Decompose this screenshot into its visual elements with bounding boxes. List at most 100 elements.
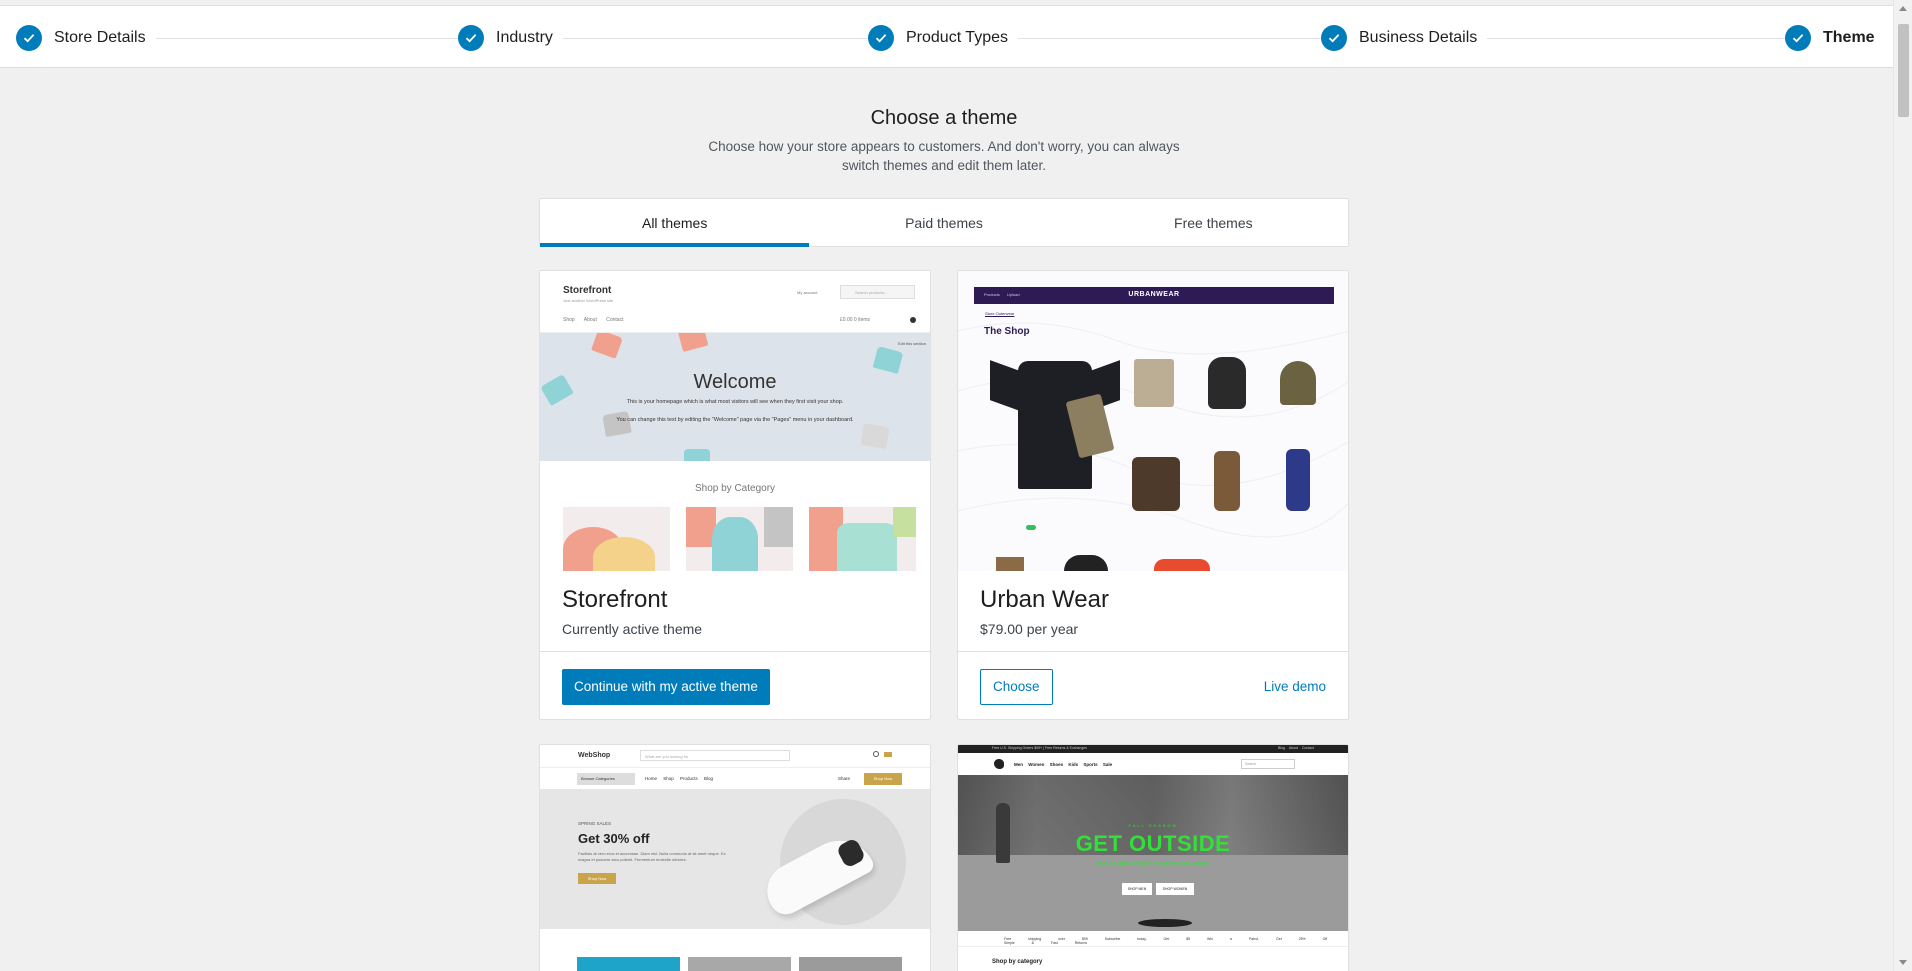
preview-tagline: Just another WordPress site [563,298,614,303]
tshirt-illustration [872,346,904,374]
preview-perks: Free shipping over $99 Subscribe today, … [958,931,1348,947]
tshirt-illustration [684,449,710,461]
preview-category-button: Browse Categories [577,773,635,785]
step-label: Store Details [54,29,146,46]
preview-search: Search products... [840,285,915,299]
preview-banner-text: You can change this text by editing the … [616,417,854,423]
preview-category-tile [563,507,670,571]
preview-category-tile [686,507,793,571]
preview-topbar-links: Blog About Contact [1278,746,1314,750]
preview-header: WebShop What are you looking for [540,745,930,767]
preview-search: Search [1241,759,1295,769]
theme-actions: Choose Live demo [958,651,1348,719]
preview-brand: URBANWEAR [1128,291,1180,298]
preview-banner: Edit this section Welcome This is your h… [540,333,930,461]
step-industry[interactable]: Industry [458,25,563,51]
scrollbar-thumb[interactable] [1898,24,1909,117]
tshirt-illustration [591,333,623,359]
check-icon [1321,25,1347,51]
preview-share: Share [838,776,851,781]
step-label: Business Details [1359,29,1478,46]
preview-links: Home Shop Products Blog [645,776,714,781]
theme-card-get-outside: Free U.S. Shipping Orders $99+ | Free Re… [957,744,1349,971]
preview-search: What are you looking for [640,750,790,761]
preview-subheadline: Shop the latest collection of outdoor ge… [1096,861,1210,867]
preview-hero: SPRING SALES Get 30% off Facilisis at ve… [540,789,930,929]
preview-headline: GET OUTSIDE [1075,831,1231,856]
tab-free-themes[interactable]: Free themes [1079,199,1348,246]
check-icon [1785,25,1811,51]
theme-card-storefront: Storefront Just another WordPress site M… [539,270,931,720]
page-scrollbar[interactable] [1893,0,1912,971]
hero-net [1138,919,1192,927]
preview-category-tile [799,957,902,971]
shorts-product-image [1134,359,1174,407]
preview-section-title: Shop by Category [694,483,776,494]
preview-logo: Storefront [563,285,612,296]
tshirt-product-image [990,360,1120,491]
check-icon [868,25,894,51]
preview-kicker: FALL SEASON [1128,823,1178,828]
preview-topbar: Products Upload URBANWEAR [974,287,1334,304]
preview-category-tile [688,957,791,971]
preview-hero: FALL SEASON GET OUTSIDE Shop the latest … [958,775,1348,931]
preview-topbar-text: Free U.S. Shipping Orders $99+ | Free Re… [992,746,1087,750]
preview-nav: Browse Categories Home Shop Products Blo… [540,767,930,789]
tab-all-themes[interactable]: All themes [540,199,810,247]
page-subtitle: Choose how your store appears to custome… [708,139,1180,173]
tab-paid-themes[interactable]: Paid themes [809,199,1078,246]
continue-active-theme-button[interactable]: Continue with my active theme [562,668,770,705]
theme-status: Currently active theme [562,621,703,637]
page-title: Choose a theme [870,107,1018,129]
preview-section-title: Shop by category [992,959,1043,965]
theme-preview-urban-wear[interactable]: Products Upload URBANWEAR Store Outerwea… [958,271,1348,571]
preview-nav: Shop About Contact [563,317,624,323]
theme-name: Storefront [562,586,668,613]
theme-preview-get-outside[interactable]: Free U.S. Shipping Orders $99+ | Free Re… [958,745,1348,971]
preview-shop-women-button: SHOP WOMEN [1156,883,1194,895]
live-demo-link[interactable]: Live demo [1264,679,1326,694]
step-label: Theme [1823,29,1875,46]
tshirt-illustration [602,410,632,438]
sale-badge [1026,525,1036,530]
user-icon [873,751,879,757]
browser-edge [0,0,1893,6]
step-store-details[interactable]: Store Details [16,25,156,51]
preview-welcome: Welcome [693,371,777,393]
tshirt-illustration [677,333,709,352]
preview-category-tile [577,957,680,971]
choose-theme-button[interactable]: Choose [980,668,1053,705]
preview-logo: WebShop [578,752,611,759]
cart-icon [884,752,892,757]
product-image [1064,555,1108,571]
preview-nav: Men Women Shoes Kids Sports Sale Search [958,753,1348,775]
preview-edit-link: Edit this section [897,341,926,346]
theme-preview-webshop[interactable]: WebShop What are you looking for Browse … [540,745,930,971]
theme-price: $79.00 per year [980,621,1079,637]
check-icon [16,25,42,51]
theme-info: Storefront Currently active theme [540,571,930,651]
backpack-product-image [1208,357,1246,409]
step-product-types[interactable]: Product Types [868,25,1018,51]
preview-cta: Shop Now [578,873,616,884]
step-label: Industry [496,29,553,46]
preview-category-tile [809,507,916,571]
preview-topbar: Free U.S. Shipping Orders $99+ | Free Re… [958,745,1348,753]
preview-breadcrumb: Store Outerwear [985,311,1015,316]
preview-banner-text: This is your homepage which is what most… [626,399,844,405]
tshirt-illustration [860,422,890,450]
step-theme[interactable]: Theme [1785,25,1885,51]
preview-nav-links: Men Women Shoes Kids Sports Sale [1014,762,1113,767]
preview-account: My account [797,290,818,295]
preview-shop-button: Shop Now [864,773,902,785]
scroll-down-arrow-icon[interactable] [1899,960,1907,965]
scroll-up-arrow-icon[interactable] [1899,6,1907,11]
beanie-product-image [1280,361,1316,405]
check-icon [458,25,484,51]
step-business-details[interactable]: Business Details [1321,25,1488,51]
theme-actions: Continue with my active theme [540,651,930,719]
theme-name: Urban Wear [980,586,1109,613]
socks-product-image [1286,449,1310,511]
theme-preview-storefront[interactable]: Storefront Just another WordPress site M… [540,271,930,571]
cart-icon [910,317,916,323]
